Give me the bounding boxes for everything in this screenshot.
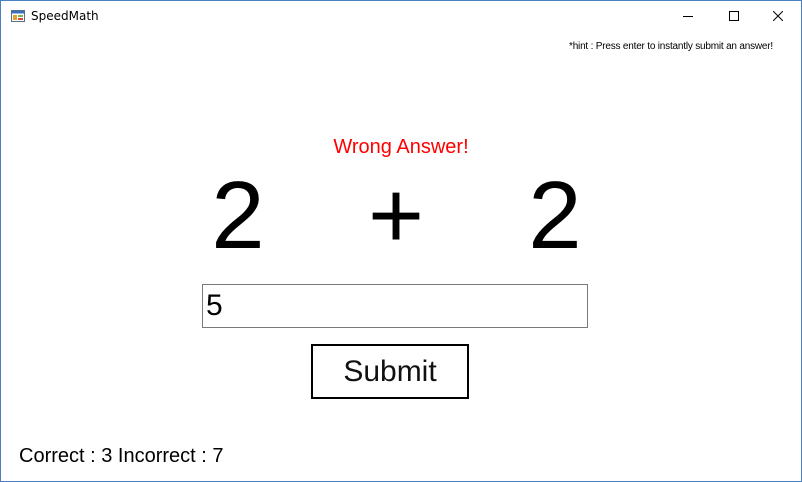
minimize-icon xyxy=(683,11,693,21)
hint-label: *hint : Press enter to instantly submit … xyxy=(569,41,773,52)
maximize-button[interactable] xyxy=(711,1,757,31)
score-label: Correct : 3 Incorrect : 7 xyxy=(19,445,224,467)
answer-input[interactable] xyxy=(202,284,588,328)
speedmath-window: SpeedMath *hint : Press enter to instant… xyxy=(0,0,802,482)
submit-button[interactable]: Submit xyxy=(311,344,469,399)
right-operand: 2 xyxy=(528,162,582,269)
window-title: SpeedMath xyxy=(31,9,99,23)
title-bar[interactable]: SpeedMath xyxy=(1,1,801,31)
left-operand: 2 xyxy=(211,162,265,269)
close-icon xyxy=(773,11,783,21)
close-button[interactable] xyxy=(755,1,801,31)
maximize-icon xyxy=(729,11,739,21)
feedback-message: Wrong Answer! xyxy=(333,136,469,158)
operator-sign: + xyxy=(367,162,425,269)
app-icon xyxy=(11,9,25,23)
minimize-button[interactable] xyxy=(665,1,711,31)
